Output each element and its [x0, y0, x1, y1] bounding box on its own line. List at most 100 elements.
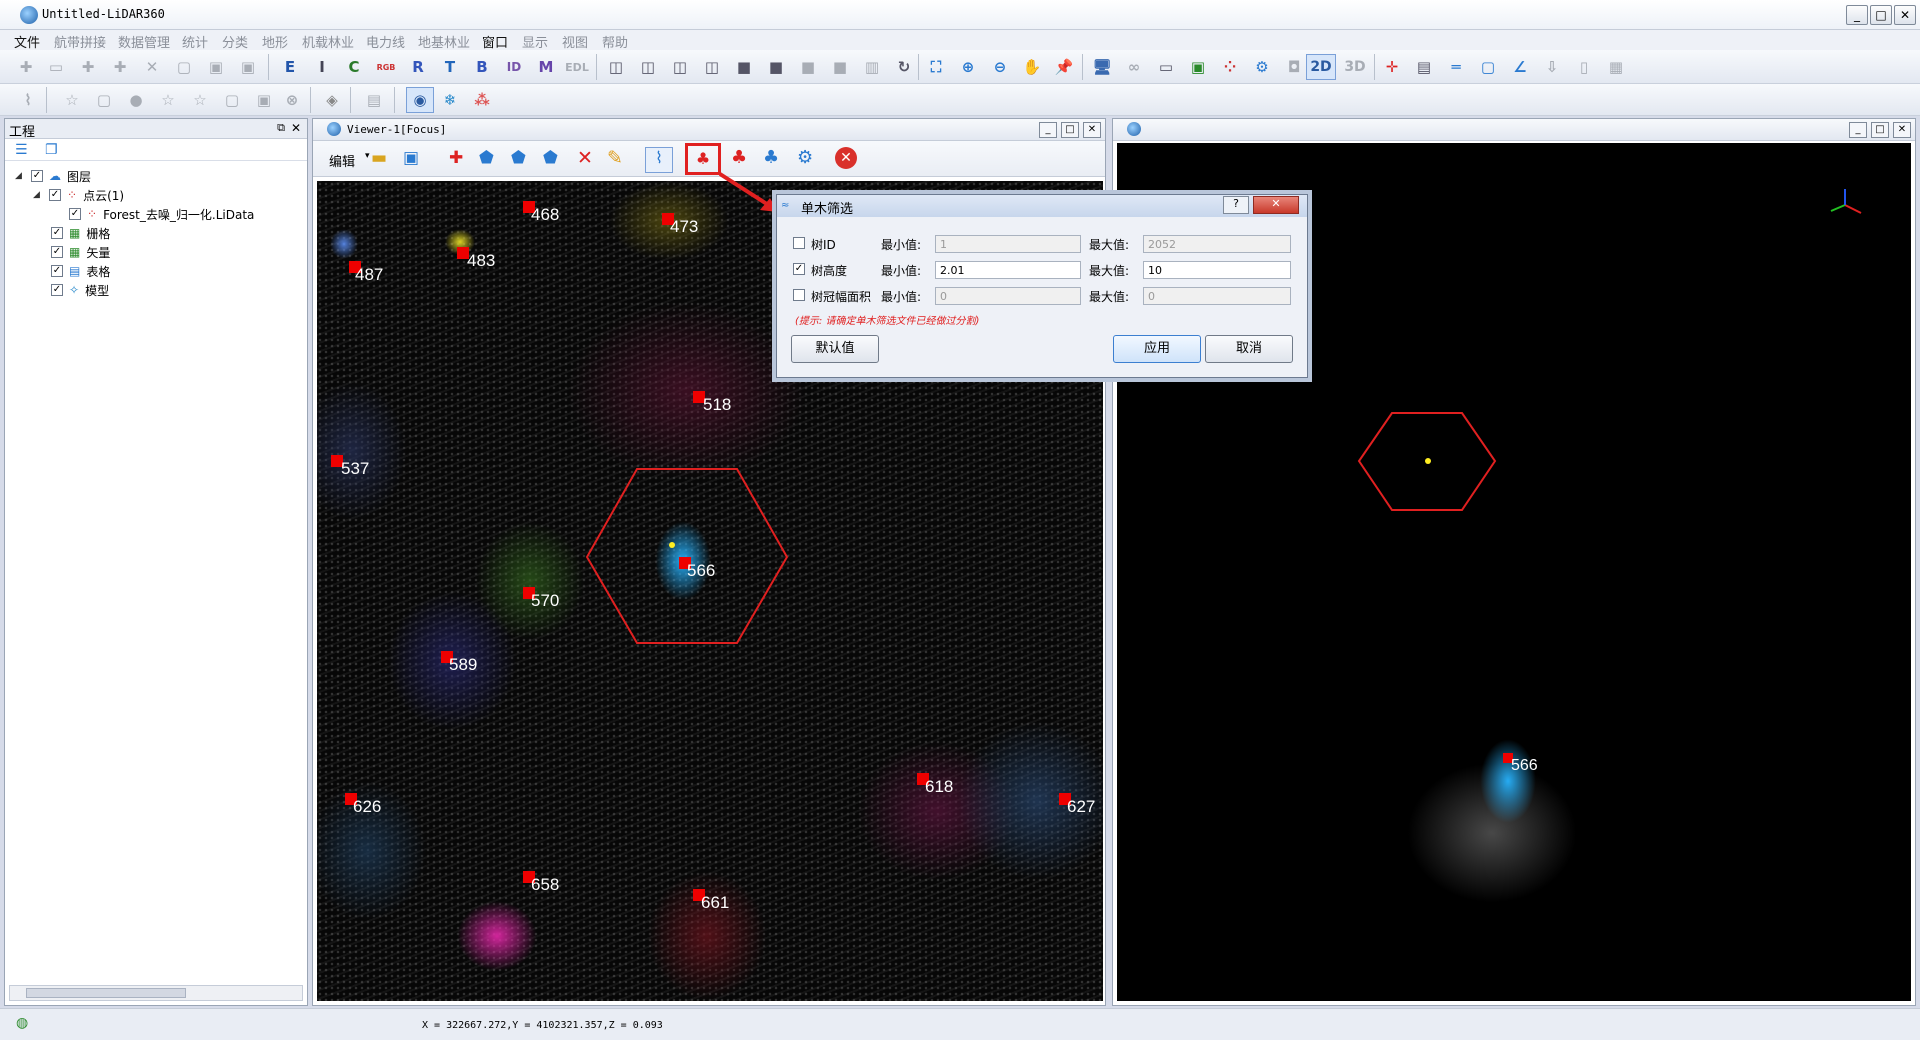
zoom-extent-icon[interactable]: ⛶ [924, 55, 948, 79]
edl-icon[interactable]: EDL [562, 55, 592, 79]
color-by-model-icon[interactable]: M [534, 55, 558, 79]
tree-filter-3-icon[interactable]: ♣ [763, 147, 779, 168]
zoom-out-icon[interactable]: ⊖ [988, 55, 1012, 79]
menu-display[interactable]: 显示 [522, 32, 548, 51]
export-icon[interactable]: ▢ [172, 55, 196, 79]
mode-2d-button[interactable]: 2D [1306, 54, 1336, 80]
table-icon[interactable]: ▤ [1412, 55, 1436, 79]
select-add-icon[interactable]: ☆ [156, 88, 180, 112]
viewer-2-close[interactable]: ✕ [1893, 122, 1911, 138]
tree-filter-2-icon[interactable]: ♣ [731, 147, 747, 168]
settings-gear-icon[interactable]: ⚙ [1250, 55, 1274, 79]
batch-icon[interactable]: ▤ [362, 88, 386, 112]
add-tree-icon[interactable]: ✚ [449, 148, 463, 168]
tree-height-max-field[interactable]: 10 [1143, 261, 1291, 279]
tree-root[interactable]: ◢ ✓ ☁ 图层 [15, 167, 91, 185]
view-right-icon[interactable]: ◫ [700, 55, 724, 79]
select-save-icon[interactable]: ▣ [252, 88, 276, 112]
point-render-icon[interactable]: ◉ [406, 87, 434, 113]
color-by-class-icon[interactable]: C [342, 55, 366, 79]
apply-button[interactable]: 应用 [1113, 335, 1201, 363]
menu-tls-forest[interactable]: 地基林业 [418, 32, 470, 51]
battery-icon[interactable]: ▯ [1572, 55, 1596, 79]
add-data-icon[interactable]: ✚ [14, 55, 38, 79]
menu-file[interactable]: 文件 [14, 32, 40, 51]
menu-power-line[interactable]: 电力线 [366, 32, 405, 51]
viewer-2-minimize[interactable]: _ [1849, 122, 1867, 138]
tree-file[interactable]: ✓ ⁘ Forest_去噪_归一化.LiData [69, 205, 254, 223]
tree-vector[interactable]: ✓ ▦ 矢量 [51, 243, 110, 261]
cancel-button[interactable]: 取消 [1205, 335, 1293, 363]
remove-tree-icon[interactable]: ⬟ [511, 148, 526, 168]
tree-pointcloud[interactable]: ◢ ✓ ⁘ 点云(1) [33, 186, 124, 204]
color-by-intensity-icon[interactable]: I [310, 55, 334, 79]
edit-menu-button[interactable]: 编辑 [329, 151, 355, 170]
view-back-3d-icon[interactable]: ■ [828, 55, 852, 79]
color-by-return-icon[interactable]: R [406, 55, 430, 79]
tree-raster[interactable]: ✓ ▦ 栅格 [51, 224, 110, 242]
tree-settings-icon[interactable]: ⚙ [797, 147, 813, 168]
minimize-button[interactable]: _ [1846, 5, 1868, 25]
open-folder-icon[interactable]: ▬ [371, 148, 387, 168]
rotate-icon[interactable]: ↻ [892, 55, 916, 79]
delete-tree-icon[interactable]: ✕ [577, 147, 593, 169]
stop-edit-icon[interactable]: ✕ [835, 147, 857, 169]
tree-id-checkbox[interactable] [793, 237, 805, 249]
menu-statistics[interactable]: 统计 [182, 32, 208, 51]
download-icon[interactable]: ⇩ [1540, 55, 1564, 79]
menu-help[interactable]: 帮助 [602, 32, 628, 51]
select-clear-icon[interactable]: ⊗ [280, 88, 304, 112]
float-panel-icon[interactable]: ⧉ [277, 121, 285, 135]
remove-icon[interactable]: ✕ [140, 55, 164, 79]
view-front-icon[interactable]: ■ [732, 55, 756, 79]
viewer-1-close[interactable]: ✕ [1083, 122, 1101, 138]
select-clip-icon[interactable]: ▢ [220, 88, 244, 112]
tree-model[interactable]: ✓ ✧ 模型 [51, 281, 109, 299]
view-top-icon[interactable]: ◫ [604, 55, 628, 79]
viewer-1-maximize[interactable]: □ [1061, 122, 1079, 138]
tree-height-min-field[interactable]: 2.01 [935, 261, 1081, 279]
crosshair-icon[interactable]: ✛ [1380, 55, 1404, 79]
window-icon[interactable]: ▣ [1186, 55, 1210, 79]
select-remove-icon[interactable]: ☆ [188, 88, 212, 112]
menu-als-forest[interactable]: 机载林业 [302, 32, 354, 51]
grid-dots-icon[interactable]: ⁘ [1218, 55, 1242, 79]
menu-classify[interactable]: 分类 [222, 32, 248, 51]
select-rect-icon[interactable]: ▢ [92, 88, 116, 112]
color-by-elevation-icon[interactable]: E [278, 55, 302, 79]
viewer-1-minimize[interactable]: _ [1039, 122, 1057, 138]
color-by-blend-icon[interactable]: B [470, 55, 494, 79]
brush-icon[interactable]: ✎ [607, 147, 623, 169]
view-iso-icon[interactable]: ▥ [860, 55, 884, 79]
tree-height-checkbox[interactable]: ✓ [793, 263, 805, 275]
monitor-icon[interactable]: 🖥 [1090, 55, 1114, 79]
box-icon[interactable]: ◈ [320, 88, 344, 112]
close-panel-icon[interactable]: ✕ [291, 121, 301, 135]
glasses-icon[interactable]: ∞ [1122, 55, 1146, 79]
menu-strip-merge[interactable]: 航带拼接 [54, 32, 106, 51]
angle-icon[interactable]: ∠ [1508, 55, 1532, 79]
view-left-icon[interactable]: ◫ [668, 55, 692, 79]
default-button[interactable]: 默认值 [791, 335, 879, 363]
edit-dropdown-icon[interactable]: ▾ [365, 151, 370, 161]
profile-chart-icon[interactable]: ⌇ [16, 88, 40, 112]
scrollbar-thumb[interactable] [26, 988, 186, 998]
horizontal-scrollbar[interactable] [9, 985, 303, 1001]
save-edit-icon[interactable]: ▣ [403, 148, 419, 168]
profile-icon[interactable]: ⌇ [645, 147, 673, 173]
view-back-icon[interactable]: ■ [764, 55, 788, 79]
select-circle-icon[interactable]: ● [124, 88, 148, 112]
view-bottom-icon[interactable]: ◫ [636, 55, 660, 79]
zoom-in-icon[interactable]: ⊕ [956, 55, 980, 79]
scatter-icon[interactable]: ⁂ [470, 88, 494, 112]
maximize-button[interactable]: □ [1870, 5, 1892, 25]
menu-data-management[interactable]: 数据管理 [118, 32, 170, 51]
menu-terrain[interactable]: 地形 [262, 32, 288, 51]
layers-tab-icon[interactable]: ☰ [15, 142, 28, 158]
menu-window[interactable]: 窗口 [482, 32, 508, 51]
add-layer-icon[interactable]: ✚ [76, 55, 100, 79]
select-tree-icon[interactable]: ⬟ [479, 148, 494, 168]
open-folder-icon[interactable]: ▭ [44, 55, 68, 79]
dialog-help-button[interactable]: ? [1223, 196, 1249, 214]
crown-area-max-field[interactable]: 0 [1143, 287, 1291, 305]
